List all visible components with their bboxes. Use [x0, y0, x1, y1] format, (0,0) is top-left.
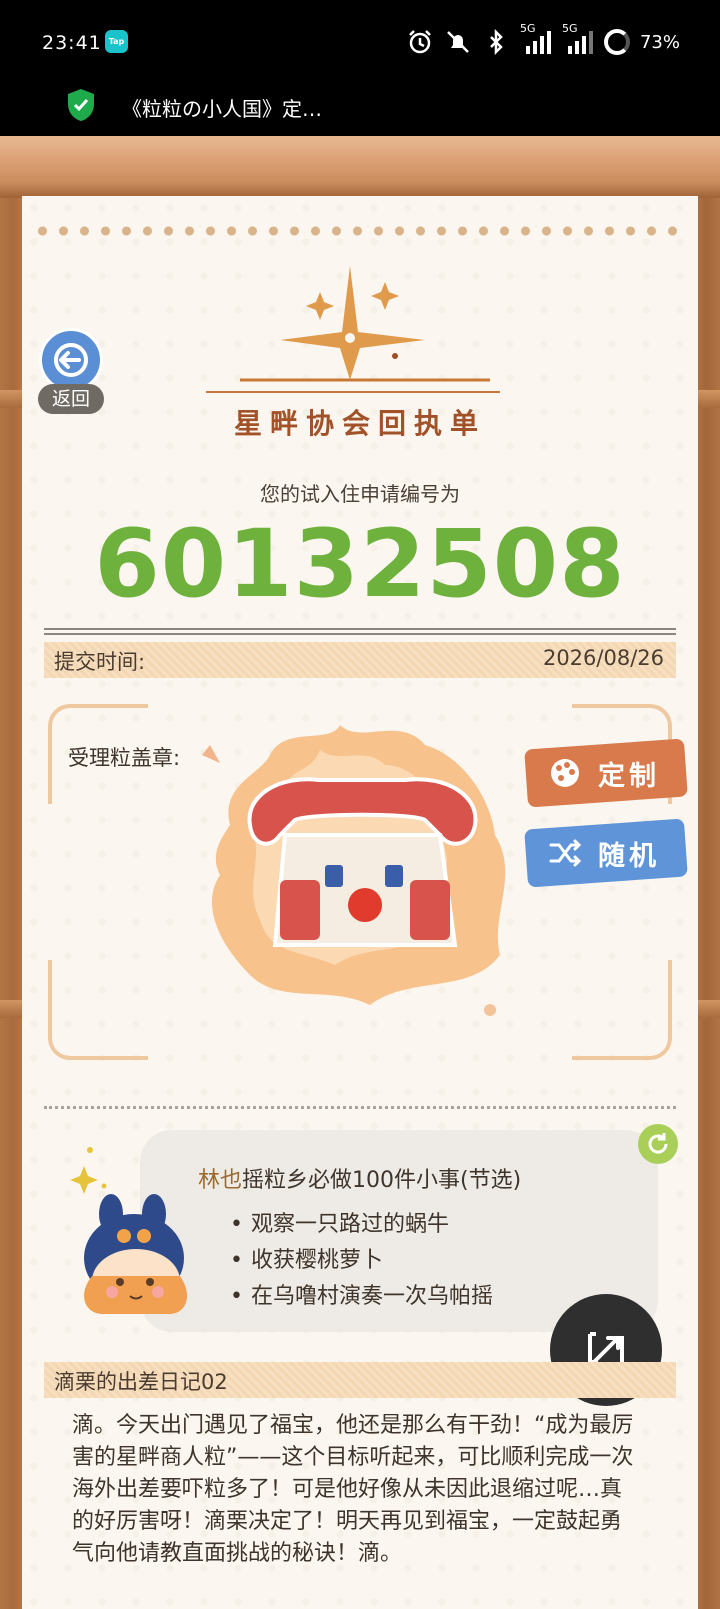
diary-header: 滴栗的出差日记02: [44, 1362, 676, 1398]
application-subtitle: 您的试入住申请编号为: [260, 482, 460, 506]
alarm-icon: [409, 30, 431, 54]
signal-1: 5G: [520, 22, 552, 56]
paper-perforation: [32, 226, 688, 236]
list-item: 收获樱桃萝卜: [230, 1242, 493, 1278]
refresh-icon: [648, 1133, 668, 1154]
diary-body: 滴。今天出门遇见了福宝，他还是那么有干劲！“成为最厉害的星畔商人粒”——这个目标…: [72, 1413, 634, 1566]
shield-check-icon: [68, 89, 94, 121]
submit-time-bar: 提交时间: 2026/08/26: [44, 642, 676, 678]
back-arrow-icon: [39, 328, 103, 392]
bubble-title-text: 摇粒乡必做100件小事(节选): [242, 1168, 522, 1193]
list-item: 在乌噜村演奏一次乌帕摇: [230, 1278, 493, 1314]
character-name: 林也: [198, 1168, 243, 1193]
signal-2: 5G: [562, 22, 594, 56]
shuffle-icon: [549, 839, 582, 867]
custom-label: 定制: [598, 761, 660, 792]
random-label: 随机: [598, 841, 660, 872]
logo-text: 星畔协会回执单: [233, 407, 486, 440]
frame-corner: [572, 960, 672, 1060]
battery-ring-icon: [603, 29, 630, 55]
todo-list: 观察一只路过的蜗牛 收获樱桃萝卜 在乌噜村演奏一次乌帕摇: [230, 1206, 493, 1314]
diary-title: 滴栗的出差日记02: [54, 1370, 228, 1394]
palette-icon: [551, 759, 579, 787]
random-button[interactable]: 随机: [524, 818, 688, 888]
star-shine-icon: [206, 266, 500, 393]
battery-percent: 73%: [639, 31, 680, 53]
clock: 23:41: [42, 32, 102, 54]
submit-time-label: 提交时间:: [54, 650, 146, 674]
association-logo: 星畔协会回执单: [200, 262, 520, 442]
status-icons: 5G 5G 73%: [406, 22, 680, 56]
application-number: 60132508: [94, 510, 626, 619]
mascot-character-icon: [70, 1147, 188, 1315]
custom-button[interactable]: 定制: [524, 738, 688, 808]
telephone-stamp-icon: [202, 725, 506, 1016]
mute-bell-icon: [447, 31, 469, 53]
bubble-title: 林也摇粒乡必做100件小事(节选): [198, 1162, 521, 1194]
bluetooth-icon: [490, 28, 503, 56]
dotted-divider: [44, 1106, 676, 1109]
app-bar: 《粒粒の小人国》定…: [0, 88, 720, 136]
stamp-label: 受理粒盖章:: [68, 746, 181, 770]
frame-corner: [48, 960, 148, 1060]
submit-date: 2026/08/26: [542, 646, 664, 670]
list-item: 观察一只路过的蜗牛: [230, 1206, 493, 1242]
wood-top-beam: [0, 136, 720, 198]
app-title: 《粒粒の小人国》定…: [122, 97, 322, 121]
refresh-button[interactable]: [638, 1124, 678, 1164]
back-button[interactable]: 返回: [38, 328, 104, 418]
status-bar: 23:41 Tap 5G 5G 73%: [0, 0, 720, 88]
back-label: 返回: [38, 384, 104, 414]
tap-app-icon: Tap: [105, 30, 128, 53]
divider: [44, 628, 676, 635]
